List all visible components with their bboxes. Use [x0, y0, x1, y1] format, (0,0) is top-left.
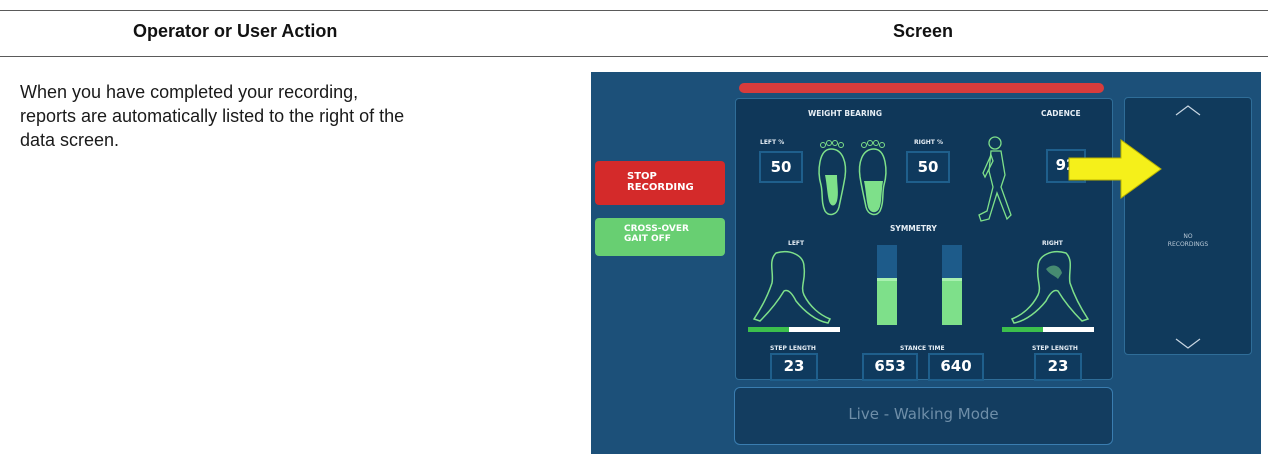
cross-over-label-2: GAIT OFF	[624, 234, 671, 244]
leg-outline-icon	[752, 251, 832, 324]
no-recordings-line-2: RECORDINGS	[1167, 241, 1209, 248]
symmetry-left-bar-cap	[877, 278, 897, 281]
symmetry-right-bar-fill	[942, 281, 962, 325]
left-weight-value: 50	[759, 151, 803, 183]
right-step-bar-fill	[1002, 327, 1044, 332]
column-header-screen: Screen	[893, 21, 954, 41]
step-length-left-label: STEP LENGTH	[770, 345, 816, 352]
table-header-rule	[0, 56, 1268, 57]
symmetry-right-bar-cap	[942, 278, 962, 281]
chevron-up-icon[interactable]	[1175, 104, 1201, 116]
right-percent-label: RIGHT %	[914, 139, 943, 146]
cadence-title: CADENCE	[1041, 109, 1081, 118]
table-top-rule	[0, 10, 1268, 11]
top-status-strip: ​	[739, 83, 1104, 93]
stop-recording-label-1: STOP	[627, 171, 657, 182]
walking-figure-icon	[978, 136, 1012, 222]
column-header-action: Operator or User Action	[133, 21, 338, 41]
stance-time-left-value: 653	[862, 353, 918, 381]
step-length-right-value: 23	[1034, 353, 1082, 381]
recordings-panel[interactable]: NO RECORDINGS	[1124, 97, 1252, 355]
mode-status-panel: Live - Walking Mode	[734, 387, 1113, 445]
weight-bearing-title: WEIGHT BEARING	[808, 109, 882, 118]
symmetry-right-label: RIGHT	[1042, 240, 1063, 247]
callout-arrow-icon	[1068, 139, 1162, 199]
no-recordings-text: NO RECORDINGS	[1125, 233, 1251, 249]
left-step-bar	[748, 327, 840, 332]
stop-recording-button[interactable]: STOP RECORDING	[595, 161, 725, 205]
cross-over-label-1: CROSS-OVER	[624, 224, 689, 234]
instruction-text: When you have completed your recording, …	[20, 82, 405, 150]
cross-over-gait-button[interactable]: CROSS-OVER GAIT OFF	[595, 218, 725, 256]
chevron-down-icon[interactable]	[1175, 338, 1201, 350]
mode-status-text: Live - Walking Mode	[848, 405, 999, 423]
stance-time-right-value: 640	[928, 353, 984, 381]
step-length-left-value: 23	[770, 353, 818, 381]
foot-filled-icon	[858, 140, 887, 216]
device-screen: ​ STOP RECORDING CROSS-OVER GAIT OFF WEI…	[591, 72, 1261, 454]
stop-recording-label-2: RECORDING	[627, 182, 694, 193]
symmetry-right-bar	[942, 245, 962, 325]
stance-time-label: STANCE TIME	[900, 345, 945, 352]
left-percent-label: LEFT %	[760, 139, 785, 146]
right-step-bar	[1002, 327, 1094, 332]
symmetry-left-label: LEFT	[788, 240, 805, 247]
symmetry-title: SYMMETRY	[890, 224, 937, 233]
symmetry-left-bar-fill	[877, 281, 897, 325]
right-weight-value: 50	[906, 151, 950, 183]
symmetry-left-bar	[877, 245, 897, 325]
leg-outline-icon	[1010, 251, 1090, 324]
no-recordings-line-1: NO	[1183, 233, 1193, 240]
left-step-bar-fill	[748, 327, 790, 332]
foot-outline-icon	[825, 175, 838, 206]
step-length-right-label: STEP LENGTH	[1032, 345, 1078, 352]
gait-data-panel: WEIGHT BEARING CADENCE LEFT % RIGHT % 50…	[735, 98, 1113, 381]
